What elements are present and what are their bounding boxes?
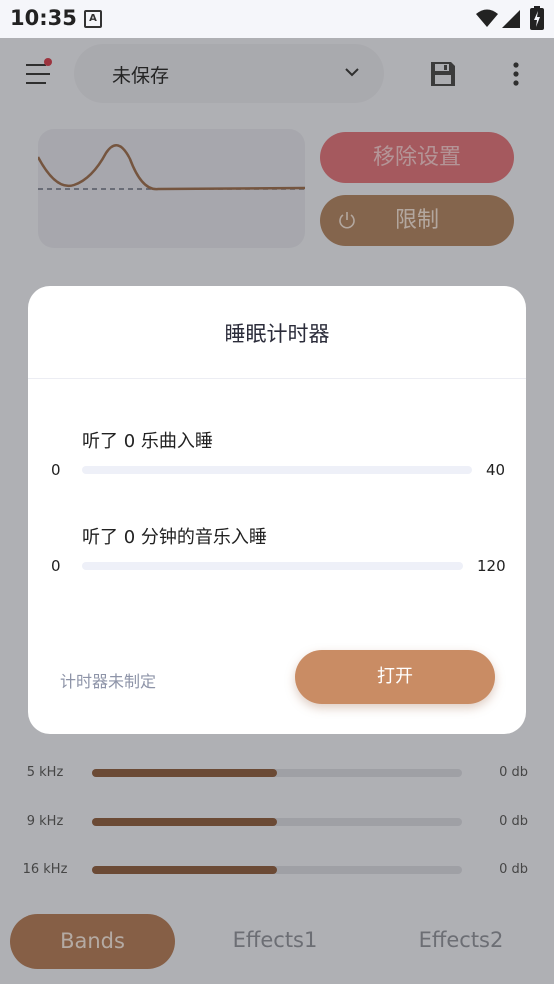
songs-slider-min: 0 <box>51 461 61 479</box>
dialog-title: 睡眠计时器 <box>224 322 330 346</box>
minutes-slider-label: 听了 0 分钟的音乐入睡 <box>82 527 267 548</box>
open-button[interactable]: 打开 <box>295 650 495 704</box>
timer-status: 计时器未制定 <box>60 672 157 691</box>
dialog-divider <box>28 378 526 379</box>
cell-signal-icon <box>502 10 520 28</box>
songs-slider-max: 40 <box>486 461 506 479</box>
wifi-icon <box>476 9 498 27</box>
songs-slider-label: 听了 0 乐曲入睡 <box>82 431 213 452</box>
minutes-slider-min: 0 <box>51 557 61 575</box>
status-time: 10:35 <box>10 6 77 30</box>
minutes-slider-max: 120 <box>477 557 506 575</box>
battery-charging-icon <box>530 6 544 30</box>
songs-slider[interactable] <box>82 466 472 474</box>
notification-a-icon: A <box>84 10 102 28</box>
minutes-slider[interactable] <box>82 562 463 570</box>
sleep-timer-dialog: 睡眠计时器 听了 0 乐曲入睡 0 40 听了 0 分钟的音乐入睡 0 120 … <box>28 286 526 734</box>
